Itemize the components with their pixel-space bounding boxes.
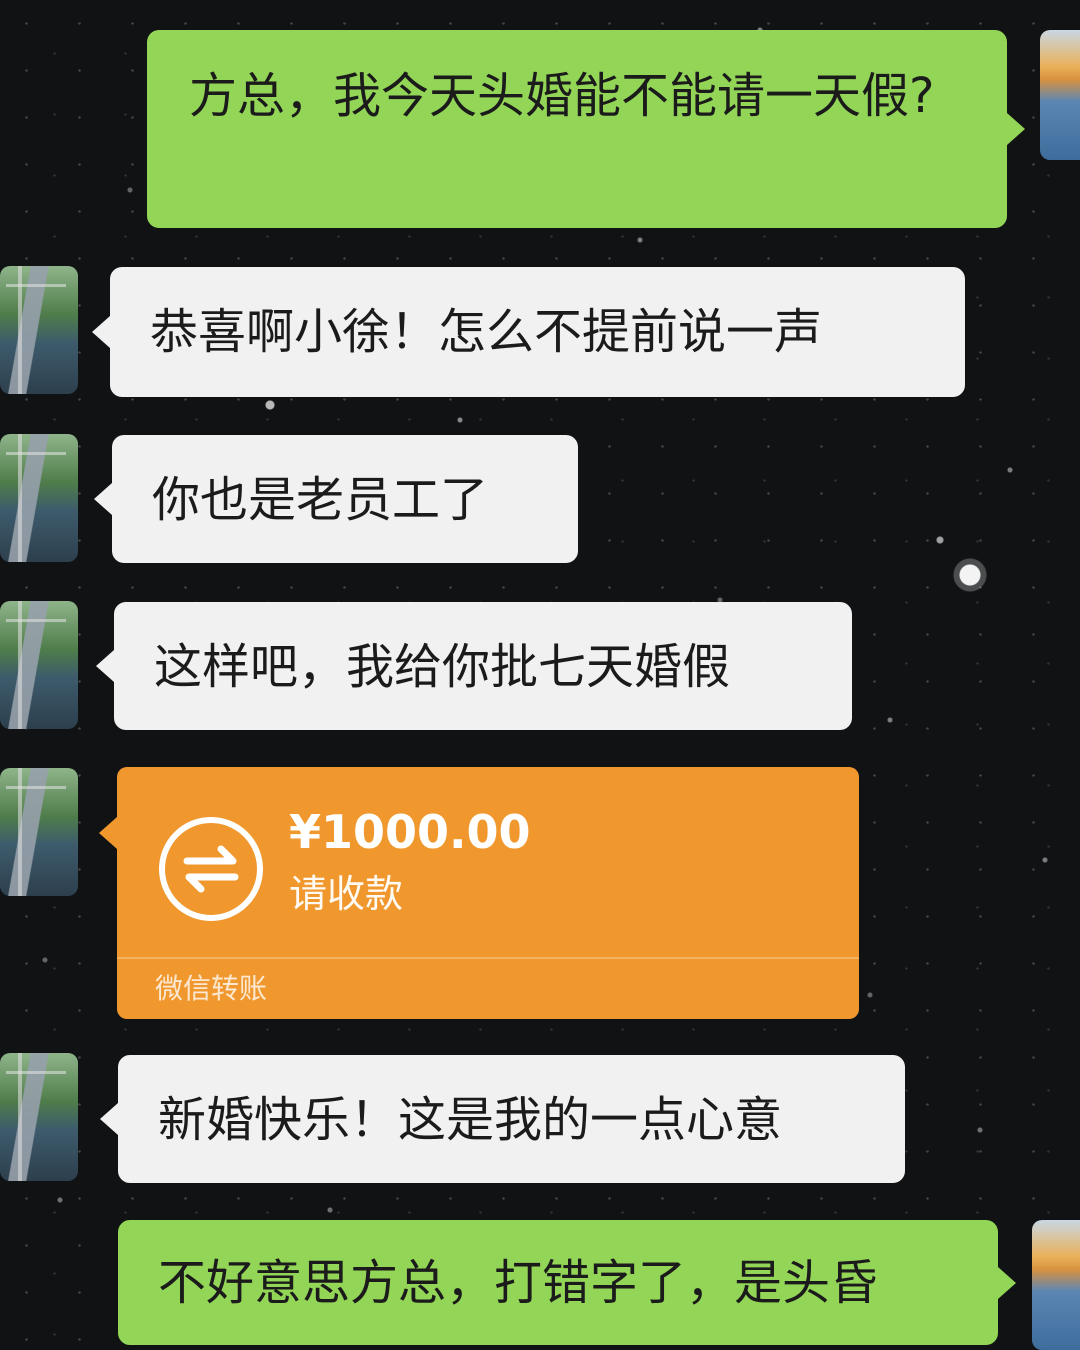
message-text: 你也是老员工了 [152,472,489,528]
transfer-status: 请收款 [289,872,404,916]
boss-avatar[interactable] [0,434,78,562]
transfer-arrows-icon [159,817,263,921]
message-text: 这样吧，我给你批七天婚假 [154,639,731,695]
boss-avatar[interactable] [0,266,78,394]
message-text: 新婚快乐！这是我的一点心意 [158,1092,783,1148]
boss-avatar[interactable] [0,1053,78,1181]
transfer-amount: ¥1000.00 [289,805,531,859]
message-bubble-boss[interactable]: 这样吧，我给你批七天婚假 [96,602,852,730]
message-text: 恭喜啊小徐！怎么不提前说一声 [150,304,823,360]
message-bubble-self[interactable]: 方总，我今天头婚能不能请一天假? [147,30,1025,228]
message-text: 方总，我今天头婚能不能请一天假? [189,68,935,124]
self-avatar[interactable] [1040,30,1080,160]
message-text: 不好意思方总，打错字了，是头昏 [158,1255,879,1311]
message-bubble-boss[interactable]: 新婚快乐！这是我的一点心意 [100,1055,905,1183]
boss-avatar[interactable] [0,601,78,729]
self-avatar[interactable] [1032,1220,1080,1350]
boss-avatar[interactable] [0,768,78,896]
message-bubble-self[interactable]: 不好意思方总，打错字了，是头昏 [118,1220,1016,1345]
card-divider [117,957,859,959]
message-bubble-boss[interactable]: 你也是老员工了 [94,435,578,563]
wechat-transfer-card[interactable]: ¥1000.00 请收款 微信转账 [99,767,859,1019]
message-bubble-boss[interactable]: 恭喜啊小徐！怎么不提前说一声 [92,267,965,397]
transfer-source-label: 微信转账 [155,972,268,1005]
